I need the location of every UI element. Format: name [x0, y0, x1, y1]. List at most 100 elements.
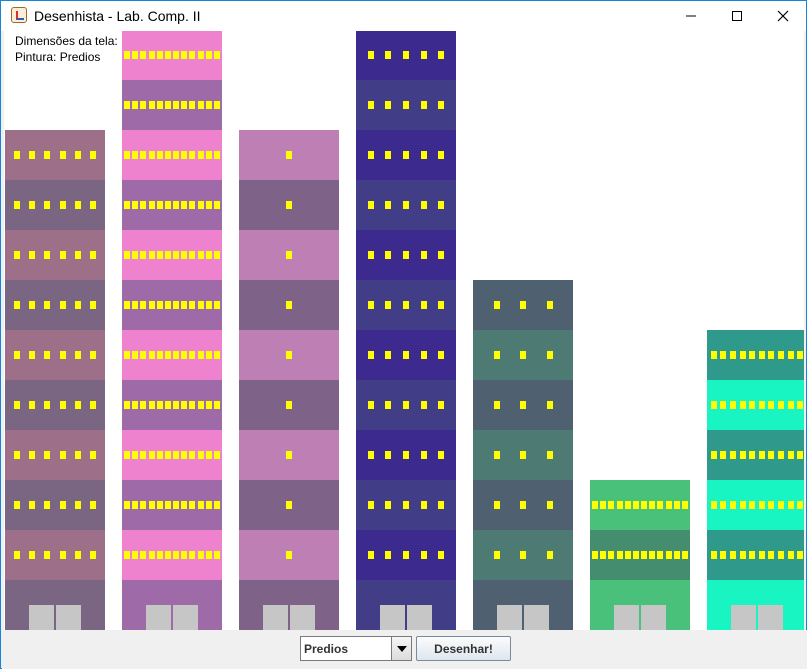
window-light: [788, 451, 794, 459]
window-light: [206, 101, 212, 109]
drawing-type-select[interactable]: Predios: [300, 636, 412, 661]
maximize-button[interactable]: [714, 1, 760, 30]
window-light: [403, 301, 409, 309]
building-floor: [5, 380, 105, 430]
window-light: [214, 251, 220, 259]
window-light: [286, 351, 292, 359]
building-floor: [5, 230, 105, 280]
window-light: [286, 551, 292, 559]
window-title: Desenhista - Lab. Comp. II: [34, 8, 201, 24]
draw-button[interactable]: Desenhar!: [416, 636, 511, 661]
window-light: [14, 351, 20, 359]
window-light: [600, 501, 606, 509]
window-light: [385, 201, 391, 209]
window-light: [124, 501, 130, 509]
window-light: [157, 301, 163, 309]
window-light: [768, 351, 774, 359]
window-light: [157, 101, 163, 109]
window-light: [494, 301, 500, 309]
window-light: [682, 551, 688, 559]
building: [239, 130, 339, 630]
window-light: [14, 201, 20, 209]
window-light: [165, 201, 171, 209]
window-light: [547, 551, 553, 559]
window-light: [165, 351, 171, 359]
building-floor: [122, 530, 222, 580]
window-light: [90, 451, 96, 459]
building-ground-floor: [707, 580, 804, 630]
window-light: [173, 351, 179, 359]
window-light: [140, 251, 146, 259]
building-floor: [239, 480, 339, 530]
window-light: [189, 401, 195, 409]
door-panel: [407, 605, 432, 630]
window-light: [438, 51, 444, 59]
building-floor: [122, 31, 222, 80]
window-light: [140, 401, 146, 409]
window-light: [421, 451, 427, 459]
window-light: [286, 451, 292, 459]
window-light: [286, 251, 292, 259]
window-light: [749, 501, 755, 509]
window-light: [547, 401, 553, 409]
window-light: [181, 101, 187, 109]
dropdown-arrow-button[interactable]: [391, 637, 411, 660]
window-light: [149, 451, 155, 459]
building-ground-floor: [590, 580, 690, 630]
window-light: [90, 201, 96, 209]
window-light: [286, 151, 292, 159]
window-light: [198, 251, 204, 259]
window-light: [165, 551, 171, 559]
window-light: [368, 551, 374, 559]
window-light: [494, 451, 500, 459]
close-button[interactable]: [760, 1, 806, 30]
window-light: [778, 501, 784, 509]
window-light: [494, 501, 500, 509]
door-panel: [524, 605, 549, 630]
window-light: [438, 451, 444, 459]
window-light: [149, 551, 155, 559]
window-light: [421, 51, 427, 59]
window-light: [60, 501, 66, 509]
building: [356, 31, 456, 630]
building-floor: [5, 530, 105, 580]
window-light: [198, 301, 204, 309]
window-light: [173, 201, 179, 209]
building-floor: [239, 380, 339, 430]
window-light: [520, 401, 526, 409]
window-light: [368, 201, 374, 209]
window-light: [124, 151, 130, 159]
building-ground-floor: [5, 580, 105, 630]
window-light: [140, 451, 146, 459]
window-light: [206, 401, 212, 409]
window-light: [181, 301, 187, 309]
building: [473, 280, 573, 630]
window-light: [608, 551, 614, 559]
building-floor: [707, 480, 804, 530]
building-floor: [356, 480, 456, 530]
window-light: [124, 451, 130, 459]
door-panel: [641, 605, 666, 630]
building-floor: [122, 480, 222, 530]
window-light: [173, 551, 179, 559]
window-light: [749, 551, 755, 559]
window-light: [124, 301, 130, 309]
window-light: [157, 51, 163, 59]
window-light: [149, 51, 155, 59]
minimize-button[interactable]: [668, 1, 714, 30]
window-light: [368, 501, 374, 509]
building-floor: [473, 330, 573, 380]
window-light: [641, 501, 647, 509]
window-light: [421, 151, 427, 159]
window-light: [173, 51, 179, 59]
window-light: [206, 151, 212, 159]
building-floor: [473, 280, 573, 330]
chevron-down-icon: [396, 645, 407, 652]
window-light: [132, 451, 138, 459]
window-light: [778, 401, 784, 409]
title-bar[interactable]: Desenhista - Lab. Comp. II: [1, 1, 806, 31]
java-cup-icon: [11, 7, 27, 23]
window-light: [600, 551, 606, 559]
door-panel: [731, 605, 756, 630]
window-light: [44, 201, 50, 209]
